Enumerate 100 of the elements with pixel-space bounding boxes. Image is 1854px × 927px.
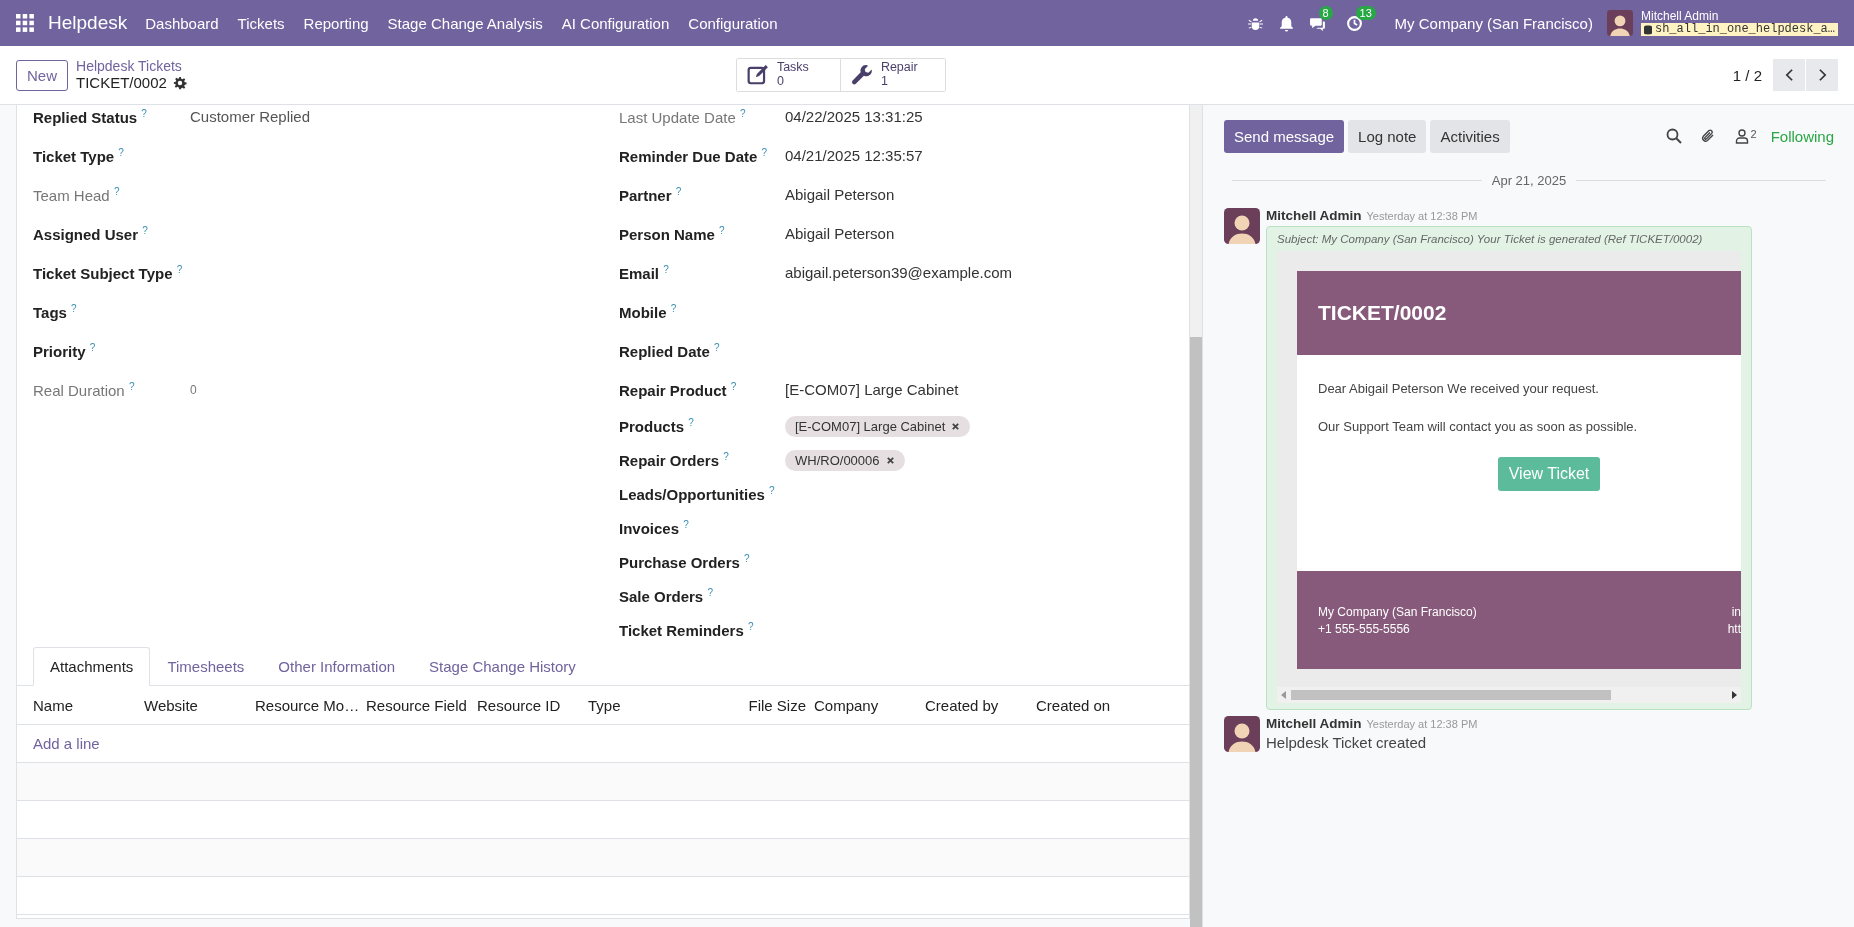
scrollbar[interactable] <box>1190 105 1202 927</box>
help-tooltip[interactable]: ? <box>118 146 124 158</box>
column-header[interactable]: Website <box>144 696 255 714</box>
menu-item[interactable]: Dashboard <box>145 14 219 32</box>
help-tooltip[interactable]: ? <box>683 519 689 530</box>
column-header[interactable]: Company <box>814 696 925 714</box>
menu-item[interactable]: AI Configuration <box>561 14 670 32</box>
paperclip-icon[interactable] <box>1699 128 1716 144</box>
next-button[interactable] <box>1806 59 1838 91</box>
menu-item[interactable]: Configuration <box>688 14 778 32</box>
help-tooltip[interactable]: ? <box>730 380 737 392</box>
email-paragraph: Our Support Team will contact you as soon as possible. <box>1318 419 1639 434</box>
help-tooltip[interactable]: ? <box>142 224 148 236</box>
column-header[interactable]: Created on <box>1036 696 1147 714</box>
user-avatar[interactable] <box>1606 10 1633 36</box>
tag-chip[interactable]: [E-COM07] Large Cabinet <box>785 415 971 437</box>
notebook-tab[interactable]: Stage Change History <box>412 647 593 686</box>
chatter-button[interactable]: Send message <box>1224 119 1345 153</box>
add-line-link[interactable]: Add a line <box>33 735 100 752</box>
field-label: Leads/Opportunities $^{?}$ <box>619 485 776 503</box>
column-header[interactable]: Created by <box>925 696 1036 714</box>
company-switcher[interactable]: My Company (San Francisco) <box>1394 14 1593 32</box>
column-header[interactable]: Name <box>33 696 144 714</box>
wrench-icon <box>850 64 873 86</box>
menu-item[interactable]: Reporting <box>303 14 369 32</box>
help-tooltip[interactable]: ? <box>675 185 682 197</box>
chatter-button[interactable]: Log note <box>1348 119 1427 153</box>
help-tooltip[interactable]: ? <box>176 263 183 275</box>
field-label: Assigned User $^{?}$ <box>33 224 149 243</box>
help-tooltip[interactable]: ? <box>128 380 135 392</box>
help-tooltip[interactable]: ? <box>688 417 694 428</box>
bell-icon[interactable] <box>1277 14 1295 32</box>
field-label: Ticket Subject Type $^{?}$ <box>33 263 184 282</box>
help-tooltip[interactable]: ? <box>113 185 120 197</box>
help-tooltip[interactable]: ? <box>723 451 729 462</box>
scroll-right-icon[interactable] <box>1731 691 1737 699</box>
followers-count[interactable]: 2 <box>1750 128 1757 140</box>
field-value[interactable]: 0 <box>190 382 197 397</box>
field-value[interactable]: abigail.peterson39@example.com <box>785 264 1013 281</box>
person-icon[interactable] <box>1733 128 1750 144</box>
help-tooltip[interactable]: ? <box>141 107 147 119</box>
horizontal-scrollbar[interactable] <box>1277 687 1741 703</box>
notebook-tab[interactable]: Other Information <box>261 647 413 686</box>
notebook-tab[interactable]: Attachments <box>33 647 151 686</box>
message-author[interactable]: Mitchell Admin <box>1266 208 1362 223</box>
user-name[interactable]: Mitchell Admin <box>1640 9 1838 23</box>
field-value[interactable]: 04/22/2025 13:31:25 <box>785 108 923 125</box>
smart-button[interactable]: Tasks 0 <box>736 59 841 91</box>
column-header[interactable]: Resource ID <box>477 696 588 714</box>
field-value[interactable]: Abigail Peterson <box>785 225 895 242</box>
help-tooltip[interactable]: ? <box>663 263 669 275</box>
field-label: Person Name $^{?}$ <box>619 224 726 243</box>
menu-item[interactable]: Tickets <box>237 14 285 32</box>
message-count-badge: 8 <box>1318 5 1333 20</box>
remove-icon[interactable] <box>885 455 895 465</box>
edit-icon <box>746 64 769 86</box>
notebook-tab[interactable]: Timesheets <box>150 647 262 686</box>
column-header[interactable]: Type <box>588 696 699 714</box>
field-label: Ticket Reminders $^{?}$ <box>619 621 755 639</box>
help-tooltip[interactable]: ? <box>71 302 77 314</box>
field-value[interactable]: Customer Replied <box>190 108 311 125</box>
field-label: Team Head $^{?}$ <box>33 185 121 204</box>
column-header[interactable]: Resource Field <box>366 696 477 714</box>
app-grid-icon[interactable] <box>16 14 34 32</box>
field-value[interactable]: 04/21/2025 12:35:57 <box>785 147 923 164</box>
field-label: Reminder Due Date $^{?}$ <box>619 146 769 165</box>
breadcrumb-link[interactable]: Helpdesk Tickets <box>76 57 187 75</box>
avatar-silhouette[interactable] <box>1224 716 1260 752</box>
settings-icon[interactable] <box>172 76 187 91</box>
tag-chip[interactable]: WH/RO/00006 <box>785 449 905 471</box>
pager-counter[interactable]: 1 / 2 <box>1732 66 1762 84</box>
search-icon[interactable] <box>1665 128 1682 144</box>
field-value[interactable]: [E-COM07] Large Cabinet <box>785 381 959 398</box>
help-tooltip[interactable]: ? <box>719 224 725 236</box>
help-tooltip[interactable]: ? <box>707 587 713 598</box>
field-label: Products $^{?}$ <box>619 417 695 435</box>
help-tooltip[interactable]: ? <box>670 302 677 314</box>
menu-item[interactable]: Stage Change Analysis <box>387 14 543 32</box>
help-tooltip[interactable]: ? <box>739 107 746 119</box>
column-header[interactable]: File Size <box>699 696 810 714</box>
help-tooltip[interactable]: ? <box>747 621 754 632</box>
previous-button[interactable] <box>1773 59 1805 91</box>
app-title[interactable]: Helpdesk <box>48 12 128 34</box>
help-tooltip[interactable]: ? <box>744 553 750 564</box>
help-tooltip[interactable]: ? <box>714 341 720 353</box>
help-tooltip[interactable]: ? <box>769 485 775 496</box>
field-value[interactable]: Abigail Peterson <box>785 186 895 203</box>
chatter-button[interactable]: Activities <box>1430 119 1510 153</box>
new-button[interactable]: New <box>16 59 68 91</box>
following-button[interactable]: Following <box>1770 127 1834 145</box>
database-name: sh_all_in_one_helpdesk_a… <box>1640 23 1838 37</box>
message-author[interactable]: Mitchell Admin <box>1266 716 1362 731</box>
footer-text: My Company (San Francisco) <box>1318 604 1477 619</box>
help-tooltip[interactable]: ? <box>89 341 96 353</box>
remove-icon[interactable] <box>951 421 961 431</box>
avatar-silhouette[interactable] <box>1224 208 1260 244</box>
help-tooltip[interactable]: ? <box>761 146 768 158</box>
field-label: Ticket Type $^{?}$ <box>33 146 125 165</box>
column-header[interactable]: Resource Mo… <box>255 696 366 714</box>
message-time: Yesterday at 12:38 PM <box>1366 210 1478 222</box>
